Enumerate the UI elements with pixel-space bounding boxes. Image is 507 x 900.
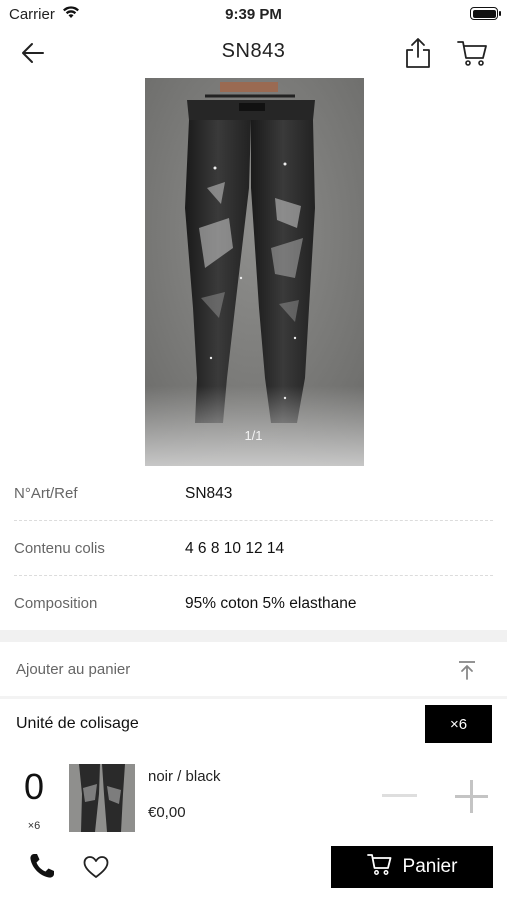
variant-thumbnail [69, 764, 135, 832]
info-value: 4 6 8 10 12 14 [185, 540, 285, 557]
info-row-contents: Contenu colis 4 6 8 10 12 14 [14, 521, 493, 576]
battery-icon [470, 7, 501, 20]
clock: 9:39 PM [225, 6, 282, 23]
quantity-value: 0 [23, 766, 45, 807]
status-bar: Carrier 9:39 PM [0, 0, 507, 28]
info-row-composition: Composition 95% coton 5% elasthane [14, 576, 493, 631]
navigation-bar: SN843 [0, 28, 507, 78]
collapse-to-top-icon[interactable] [456, 659, 478, 681]
share-icon[interactable] [402, 36, 434, 70]
product-photo[interactable] [145, 78, 364, 466]
increase-quantity-button[interactable] [455, 780, 488, 813]
info-label: Contenu colis [14, 540, 105, 557]
info-value: SN843 [185, 485, 233, 502]
back-arrow-icon[interactable] [18, 38, 48, 68]
info-value: 95% coton 5% elasthane [185, 595, 357, 612]
cart-icon[interactable] [456, 38, 490, 68]
quantity-multiplier: ×6 [27, 820, 41, 832]
cart-icon [366, 852, 393, 882]
packing-unit-button[interactable]: ×6 [425, 705, 492, 743]
info-label: Composition [14, 595, 98, 612]
product-gallery[interactable]: 1/1 [0, 78, 507, 466]
bottom-action-bar: Panier [0, 832, 507, 900]
variant-name: noir / black [148, 768, 221, 785]
packing-unit-label: Unité de colisage [16, 715, 139, 732]
photo-fade [145, 386, 364, 466]
gallery-pager: 1/1 [244, 428, 263, 443]
variant-row: 0 ×6 noir / black €0,00 [0, 752, 507, 832]
info-row-ref: N°Art/Ref SN843 [14, 466, 493, 521]
decrease-quantity-button[interactable] [382, 794, 417, 797]
variant-price: €0,00 [148, 804, 186, 821]
packing-unit-row: Unité de colisage ×6 [0, 699, 507, 749]
add-to-cart-header[interactable]: Ajouter au panier [0, 642, 507, 696]
cart-button-label: Panier [402, 856, 458, 877]
favorite-heart-icon[interactable] [82, 854, 110, 880]
section-divider [0, 630, 507, 642]
cart-button[interactable]: Panier [331, 846, 493, 888]
info-label: N°Art/Ref [14, 485, 78, 502]
add-to-cart-label: Ajouter au panier [16, 661, 131, 678]
product-info: N°Art/Ref SN843 Contenu colis 4 6 8 10 1… [0, 466, 507, 631]
phone-icon[interactable] [28, 852, 56, 880]
